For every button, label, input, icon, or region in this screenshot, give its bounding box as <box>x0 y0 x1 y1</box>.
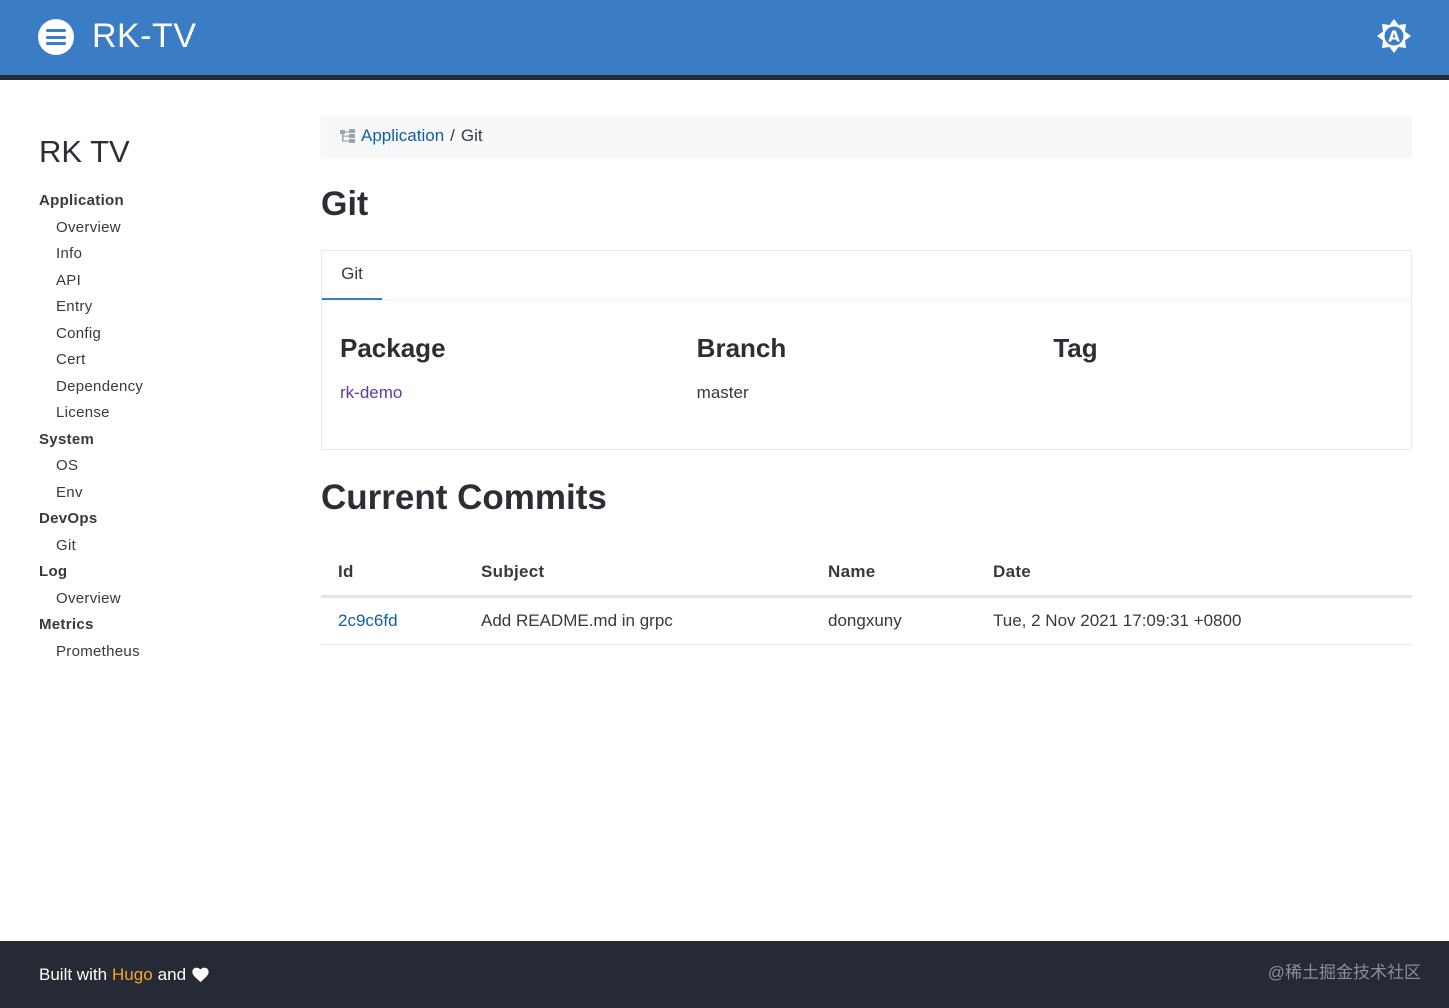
commit-author: dongxuny <box>811 596 976 645</box>
sidebar-item-log-overview[interactable]: Overview <box>39 586 279 613</box>
sidebar-item-prometheus[interactable]: Prometheus <box>39 639 279 666</box>
breadcrumb: Application / Git <box>321 116 1412 156</box>
sidebar-section-devops: DevOps <box>39 510 98 527</box>
package-column: Package rk-demo <box>340 331 697 405</box>
sitemap-icon <box>340 129 355 143</box>
tab-git[interactable]: Git <box>322 251 382 300</box>
sidebar-item-git[interactable]: Git <box>39 533 279 560</box>
footer-credit: Built with Hugo and <box>39 963 209 987</box>
theme-auto-icon[interactable]: A <box>1375 17 1413 55</box>
footer-and: and <box>157 965 187 984</box>
sidebar: RK TV Application Overview Info API Entr… <box>39 130 279 665</box>
page-title: Git <box>321 185 369 223</box>
sidebar-section-log: Log <box>39 563 68 580</box>
breadcrumb-current: Git <box>460 126 483 145</box>
branch-value: master <box>696 383 749 402</box>
brand-title[interactable]: RK-TV <box>92 14 197 58</box>
branch-heading: Branch <box>696 333 787 363</box>
column-header-id: Id <box>321 550 464 598</box>
commit-date: Tue, 2 Nov 2021 17:09:31 +0800 <box>976 596 1412 645</box>
commits-table: Id Subject Name Date 2c9c6fd Add README.… <box>321 550 1412 645</box>
sidebar-item-license[interactable]: License <box>39 400 279 427</box>
commit-subject: Add README.md in grpc <box>464 596 811 645</box>
sidebar-section-system: System <box>39 430 95 448</box>
sidebar-item-entry[interactable]: Entry <box>39 294 279 321</box>
sidebar-item-config[interactable]: Config <box>39 321 279 348</box>
sidebar-section-metrics: Metrics <box>39 616 94 633</box>
commit-id-link[interactable]: 2c9c6fd <box>338 611 398 630</box>
package-link[interactable]: rk-demo <box>340 383 402 402</box>
git-tabs: Git Package rk-demo Branch master Tag <box>321 250 1412 450</box>
tab-panel-git: Package rk-demo Branch master Tag <box>340 331 1410 405</box>
main-content: Application / Git Git Git Package rk-dem… <box>321 116 1412 645</box>
hugo-link[interactable]: Hugo <box>112 963 153 987</box>
watermark-text: @稀土掘金技术社区 <box>1267 963 1421 982</box>
breadcrumb-separator: / <box>450 126 455 145</box>
tag-column: Tag <box>1053 331 1410 405</box>
tag-value <box>1053 381 1410 405</box>
tab-bar: Git <box>322 251 1411 301</box>
current-commits-title: Current Commits <box>321 478 607 517</box>
top-bar: RK-TV A <box>0 0 1449 80</box>
footer-built-with: Built with <box>39 965 108 984</box>
sidebar-item-api[interactable]: API <box>39 268 279 295</box>
branch-column: Branch master <box>697 331 1054 405</box>
column-header-name: Name <box>811 550 976 598</box>
svg-text:A: A <box>1388 28 1400 46</box>
menu-icon[interactable] <box>38 19 74 55</box>
heart-icon <box>192 967 209 983</box>
sidebar-section-application: Application <box>39 192 124 209</box>
footer: Built with Hugo and @稀土掘金技术社区 <box>0 941 1449 1008</box>
tag-heading: Tag <box>1053 333 1098 363</box>
sidebar-item-os[interactable]: OS <box>39 453 279 480</box>
column-header-date: Date <box>976 550 1412 598</box>
package-heading: Package <box>340 333 446 363</box>
sidebar-site-title[interactable]: RK TV <box>39 130 279 174</box>
sidebar-item-cert[interactable]: Cert <box>39 347 279 374</box>
table-header-row: Id Subject Name Date <box>321 550 1412 598</box>
table-row: 2c9c6fd Add README.md in grpc dongxuny T… <box>321 596 1412 645</box>
sidebar-item-info[interactable]: Info <box>39 241 279 268</box>
column-header-subject: Subject <box>464 550 811 598</box>
sidebar-item-env[interactable]: Env <box>39 480 279 507</box>
sidebar-item-overview[interactable]: Overview <box>39 215 279 242</box>
breadcrumb-link-application[interactable]: Application <box>361 126 444 146</box>
sidebar-item-dependency[interactable]: Dependency <box>39 374 279 401</box>
